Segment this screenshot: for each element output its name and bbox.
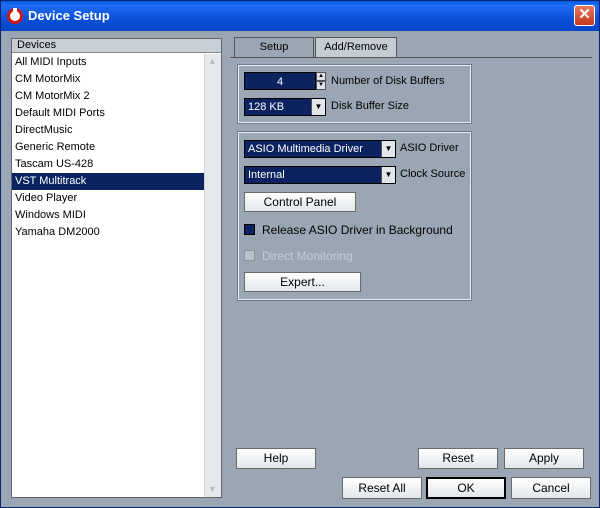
devices-list: Devices All MIDI Inputs CM MotorMix CM Mot… xyxy=(11,38,222,498)
direct-monitoring-label: Direct Monitoring xyxy=(262,249,353,263)
asio-driver-select[interactable]: ASIO Multimedia Driver ▼ xyxy=(244,140,396,158)
device-list-item[interactable]: Tascam US-428 xyxy=(12,156,205,173)
device-list-item[interactable]: CM MotorMix 2 xyxy=(12,88,205,105)
tab-setup[interactable]: Setup xyxy=(234,37,314,58)
cubase-app-icon xyxy=(7,8,23,24)
buffer-size-label: Disk Buffer Size xyxy=(331,100,410,112)
reset-button[interactable]: Reset xyxy=(418,448,498,469)
scroll-down-icon[interactable]: ▼ xyxy=(205,482,220,497)
ok-button[interactable]: OK xyxy=(426,477,506,499)
device-list-item[interactable]: Yamaha DM2000 xyxy=(12,224,205,241)
direct-monitoring-checkbox[interactable] xyxy=(244,250,255,261)
buffer-size-select[interactable]: 128 KB ▼ xyxy=(244,98,326,116)
window-title: Device Setup xyxy=(28,8,110,23)
disk-buffers-stepper[interactable]: 4 ▲ ▼ xyxy=(244,72,326,90)
asio-driver-value: ASIO Multimedia Driver xyxy=(248,143,363,155)
tab-add-remove[interactable]: Add/Remove xyxy=(315,37,397,57)
devices-scrollbar[interactable]: ▲ ▼ xyxy=(204,54,221,497)
apply-button[interactable]: Apply xyxy=(504,448,584,469)
disk-buffers-field[interactable]: 4 xyxy=(244,72,316,90)
chevron-down-icon[interactable]: ▼ xyxy=(381,167,395,183)
clock-source-value: Internal xyxy=(248,169,285,181)
disk-buffers-label: Number of Disk Buffers xyxy=(331,75,445,87)
clock-source-label: Clock Source xyxy=(400,168,466,180)
title-bar[interactable]: Device Setup ✕ xyxy=(1,1,599,31)
device-list-item[interactable]: DirectMusic xyxy=(12,122,205,139)
device-items: All MIDI Inputs CM MotorMix CM MotorMix 2D… xyxy=(12,54,205,241)
expert-button[interactable]: Expert... xyxy=(244,272,361,292)
buffer-size-value: 128 KB xyxy=(248,101,285,113)
device-list-item[interactable]: Windows MIDI xyxy=(12,207,205,224)
clock-source-select[interactable]: Internal ▼ xyxy=(244,166,396,184)
spin-down-icon[interactable]: ▼ xyxy=(316,81,326,90)
device-list-item[interactable]: VST Multitrack xyxy=(12,173,205,190)
help-button[interactable]: Help xyxy=(236,448,316,469)
asio-driver-label: ASIO Driver xyxy=(400,142,459,154)
devices-column-header[interactable]: Devices xyxy=(12,39,221,53)
device-list-item[interactable]: Video Player xyxy=(12,190,205,207)
spin-up-icon[interactable]: ▲ xyxy=(316,72,326,81)
release-asio-checkbox[interactable] xyxy=(244,224,255,235)
device-list-item[interactable]: CM MotorMix xyxy=(12,71,205,88)
control-panel-button[interactable]: Control Panel xyxy=(244,192,356,212)
device-setup-window: Device Setup ✕ Devices All MIDI Inputs CM… xyxy=(0,0,600,508)
reset-all-button[interactable]: Reset All xyxy=(342,477,422,499)
chevron-down-icon[interactable]: ▼ xyxy=(381,141,395,157)
close-button[interactable]: ✕ xyxy=(574,5,595,26)
device-list-item[interactable]: All MIDI Inputs xyxy=(12,54,205,71)
device-list-item[interactable]: Default MIDI Ports xyxy=(12,105,205,122)
release-asio-label: Release ASIO Driver in Background xyxy=(262,223,453,237)
device-list-item[interactable]: Generic Remote xyxy=(12,139,205,156)
chevron-down-icon[interactable]: ▼ xyxy=(311,99,325,115)
scroll-up-icon[interactable]: ▲ xyxy=(205,54,220,69)
cancel-button[interactable]: Cancel xyxy=(511,477,591,499)
